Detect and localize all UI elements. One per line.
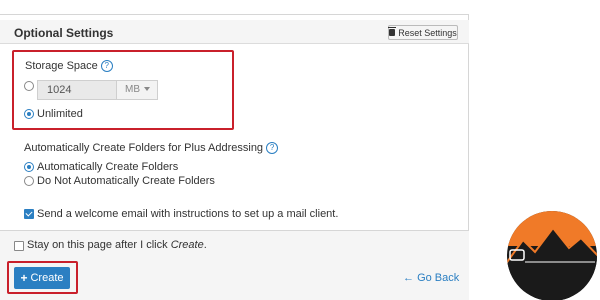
welcome-email-label: Send a welcome email with instructions t… [37,208,339,220]
stay-on-page-italic: Create [170,239,204,251]
reset-settings-label: Reset Settings [398,27,457,38]
help-circle-icon[interactable]: ? [100,60,113,73]
help-circle-icon[interactable]: ? [266,142,279,155]
storage-space-label: Storage Space [25,60,98,72]
create-label: Create [30,272,64,284]
top-content-strip [0,0,469,15]
storage-custom-radio[interactable] [24,81,34,91]
trash-icon [388,27,397,36]
storage-unit-select[interactable]: MB [117,80,158,100]
arrow-left-icon: ← [403,272,414,284]
welcome-email-checkbox[interactable] [24,209,34,219]
go-back-link[interactable]: ← Go Back [403,272,459,284]
stay-on-page-checkbox[interactable] [14,241,24,251]
stay-on-page-label: Stay on this page after I click Create. [27,239,207,251]
watermark-logo [507,211,597,300]
auto-create-folders-radio[interactable] [24,162,34,172]
plus-icon: + [20,271,28,285]
create-button[interactable]: + Create [14,267,70,289]
caret-down-icon [144,87,150,92]
plus-addressing-label: Automatically Create Folders for Plus Ad… [24,142,264,154]
plus-addressing-label-row: Automatically Create Folders for Plus Ad… [24,142,279,155]
storage-space-label-row: Storage Space? [25,60,113,73]
no-auto-create-folders-radio[interactable] [24,176,34,186]
storage-unlimited-radio[interactable] [24,109,34,119]
no-auto-create-folders-label: Do Not Automatically Create Folders [37,175,215,187]
storage-quota-input[interactable]: 1024 [37,80,117,100]
storage-unlimited-label: Unlimited [37,108,83,120]
storage-unit-value: MB [125,84,140,95]
stay-on-page-suffix: . [203,239,207,251]
email-account-form: Optional Settings Reset Settings Storage… [0,0,469,300]
go-back-label: Go Back [417,272,460,284]
reset-settings-button[interactable]: Reset Settings [388,25,458,40]
stay-on-page-prefix: Stay on this page after I click [27,239,171,251]
auto-create-folders-label: Automatically Create Folders [37,161,179,173]
section-title: Optional Settings [14,26,114,40]
